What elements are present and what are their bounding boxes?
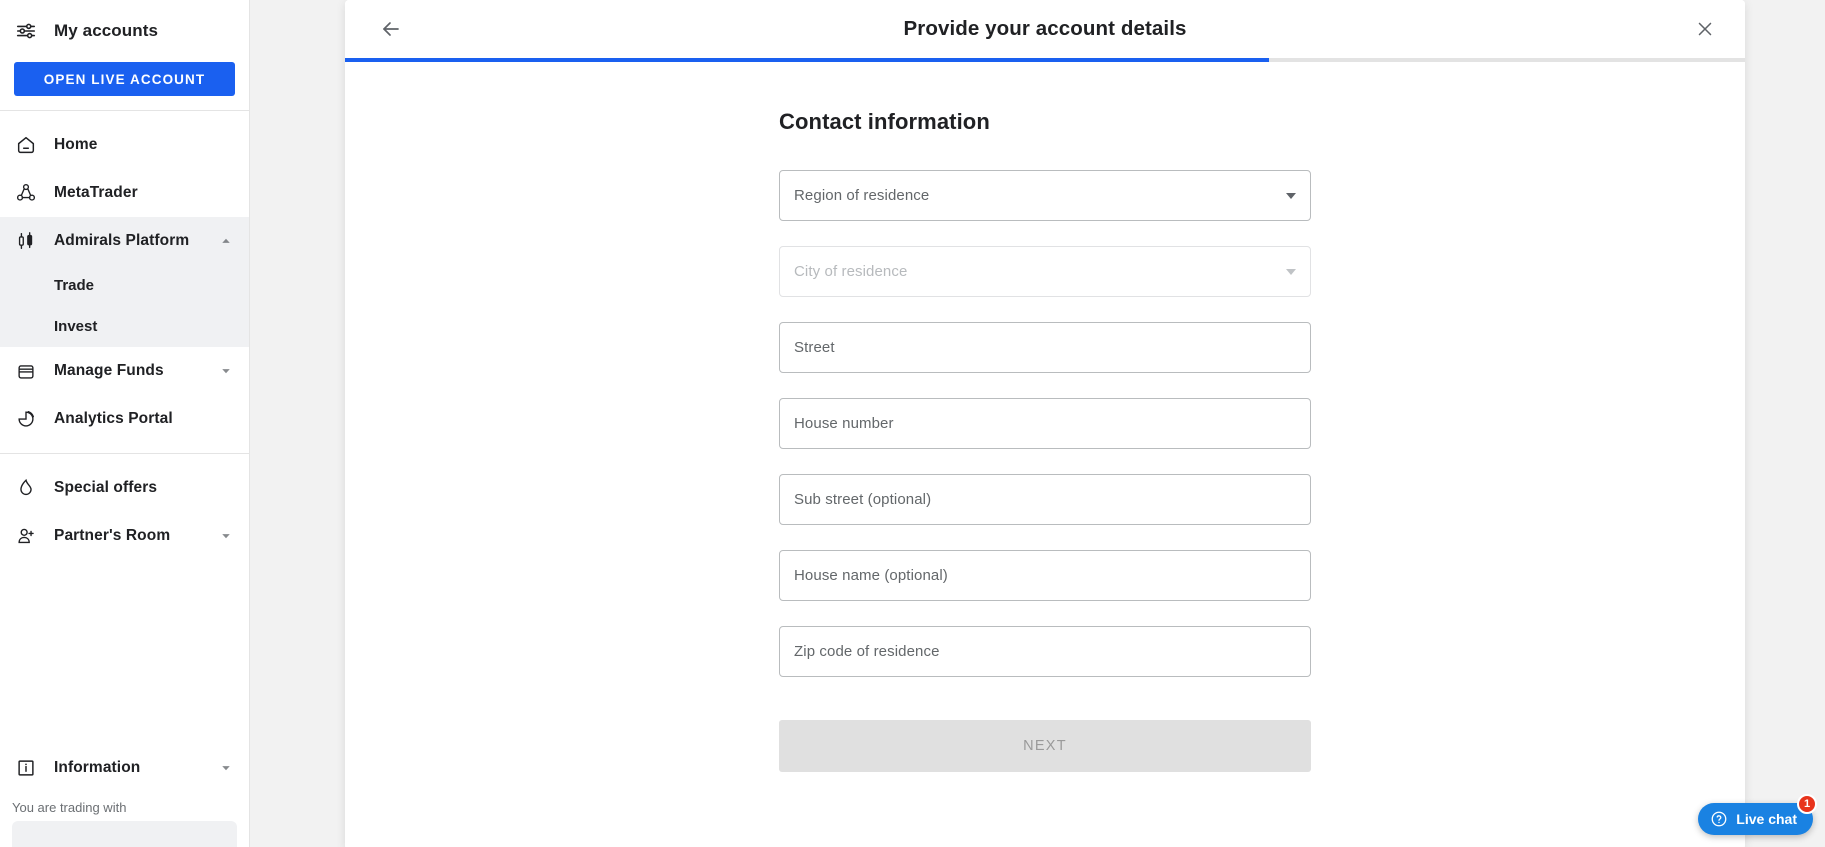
street-placeholder: Street bbox=[794, 339, 835, 356]
account-details-modal: Provide your account details Contact inf… bbox=[345, 0, 1745, 847]
sidebar-item-label: Admirals Platform bbox=[54, 232, 190, 249]
sidebar-subitem-label: Invest bbox=[54, 318, 98, 335]
sidebar-group-admirals-platform: Admirals Platform Trade Invest bbox=[0, 217, 249, 347]
zip-code-input[interactable]: Zip code of residence bbox=[779, 626, 1311, 677]
sidebar-item-label: Special offers bbox=[54, 479, 158, 496]
house-number-input[interactable]: House number bbox=[779, 398, 1311, 449]
sidebar-top: My accounts OPEN LIVE ACCOUNT bbox=[0, 0, 249, 110]
sidebar-bottom: Information You are trading with bbox=[0, 744, 249, 847]
flame-icon bbox=[14, 476, 38, 500]
sidebar-item-label: Analytics Portal bbox=[54, 410, 173, 427]
sub-street-placeholder: Sub street (optional) bbox=[794, 491, 932, 508]
sidebar-nav-group-primary: Home MetaTrader Admirals Platform Trade … bbox=[0, 111, 249, 453]
sidebar-item-metatrader[interactable]: MetaTrader bbox=[0, 169, 249, 217]
house-name-placeholder: House name (optional) bbox=[794, 567, 948, 584]
chevron-down-icon bbox=[217, 527, 235, 545]
chevron-down-icon bbox=[1286, 192, 1296, 199]
sidebar-subitem-label: Trade bbox=[54, 277, 95, 294]
sidebar-subitem-invest[interactable]: Invest bbox=[0, 306, 249, 347]
sidebar-item-label: Home bbox=[54, 136, 98, 153]
sidebar-item-partners-room[interactable]: Partner's Room bbox=[0, 512, 249, 560]
sidebar-item-label: Information bbox=[54, 759, 141, 776]
close-button[interactable] bbox=[1687, 11, 1723, 47]
house-name-input[interactable]: House name (optional) bbox=[779, 550, 1311, 601]
sidebar-item-analytics-portal[interactable]: Analytics Portal bbox=[0, 395, 249, 443]
sidebar-item-label: Partner's Room bbox=[54, 527, 171, 544]
back-button[interactable] bbox=[373, 11, 409, 47]
sidebar-item-label: Manage Funds bbox=[54, 362, 164, 379]
page-title: Provide your account details bbox=[903, 17, 1187, 40]
chevron-up-icon bbox=[217, 232, 235, 250]
close-icon bbox=[1694, 18, 1716, 40]
sub-street-input[interactable]: Sub street (optional) bbox=[779, 474, 1311, 525]
chevron-down-icon bbox=[217, 759, 235, 777]
sidebar-item-special-offers[interactable]: Special offers bbox=[0, 464, 249, 512]
sidebar-item-my-accounts[interactable]: My accounts bbox=[0, 0, 249, 62]
home-icon bbox=[14, 133, 38, 157]
chevron-down-icon bbox=[217, 362, 235, 380]
section-title: Contact information bbox=[779, 109, 990, 134]
sidebar-item-manage-funds[interactable]: Manage Funds bbox=[0, 347, 249, 395]
sidebar-item-home[interactable]: Home bbox=[0, 121, 249, 169]
city-of-residence-placeholder: City of residence bbox=[794, 263, 908, 280]
sidebar-item-label: MetaTrader bbox=[54, 184, 138, 201]
city-of-residence-select[interactable]: City of residence bbox=[779, 246, 1311, 297]
app-root: My accounts OPEN LIVE ACCOUNT Home MetaT… bbox=[0, 0, 1825, 847]
arrow-left-icon bbox=[379, 17, 403, 41]
street-input[interactable]: Street bbox=[779, 322, 1311, 373]
person-add-icon bbox=[14, 524, 38, 548]
metatrader-icon bbox=[14, 181, 38, 205]
wallet-icon bbox=[14, 359, 38, 383]
question-circle-icon bbox=[1710, 810, 1728, 828]
chevron-down-icon bbox=[1286, 268, 1296, 275]
live-chat-badge: 1 bbox=[1797, 794, 1817, 814]
modal-header: Provide your account details bbox=[345, 0, 1745, 58]
region-of-residence-select[interactable]: Region of residence bbox=[779, 170, 1311, 221]
live-chat-button[interactable]: Live chat 1 bbox=[1698, 794, 1817, 835]
next-button[interactable]: NEXT bbox=[779, 720, 1311, 772]
region-of-residence-placeholder: Region of residence bbox=[794, 187, 930, 204]
sidebar-cta-wrap: OPEN LIVE ACCOUNT bbox=[0, 62, 249, 110]
sidebar-item-information[interactable]: Information bbox=[0, 744, 249, 792]
sidebar-my-accounts-label: My accounts bbox=[54, 21, 159, 40]
open-live-account-button[interactable]: OPEN LIVE ACCOUNT bbox=[14, 62, 235, 96]
pie-chart-icon bbox=[14, 407, 38, 431]
zip-code-placeholder: Zip code of residence bbox=[794, 643, 940, 660]
tune-sliders-icon bbox=[14, 19, 38, 43]
house-number-placeholder: House number bbox=[794, 415, 894, 432]
broker-card bbox=[12, 821, 237, 847]
info-box-icon bbox=[14, 756, 38, 780]
sidebar: My accounts OPEN LIVE ACCOUNT Home MetaT… bbox=[0, 0, 250, 847]
candlestick-icon bbox=[14, 229, 38, 253]
sidebar-item-admirals-platform[interactable]: Admirals Platform bbox=[0, 217, 249, 265]
live-chat-label: Live chat bbox=[1736, 811, 1797, 827]
sidebar-subitem-trade[interactable]: Trade bbox=[0, 265, 249, 306]
trading-with-label: You are trading with bbox=[12, 800, 127, 815]
contact-information-form: Contact information Region of residence … bbox=[779, 62, 1311, 772]
modal-body: Contact information Region of residence … bbox=[345, 62, 1745, 847]
sidebar-nav-group-secondary: Special offers Partner's Room bbox=[0, 454, 249, 570]
